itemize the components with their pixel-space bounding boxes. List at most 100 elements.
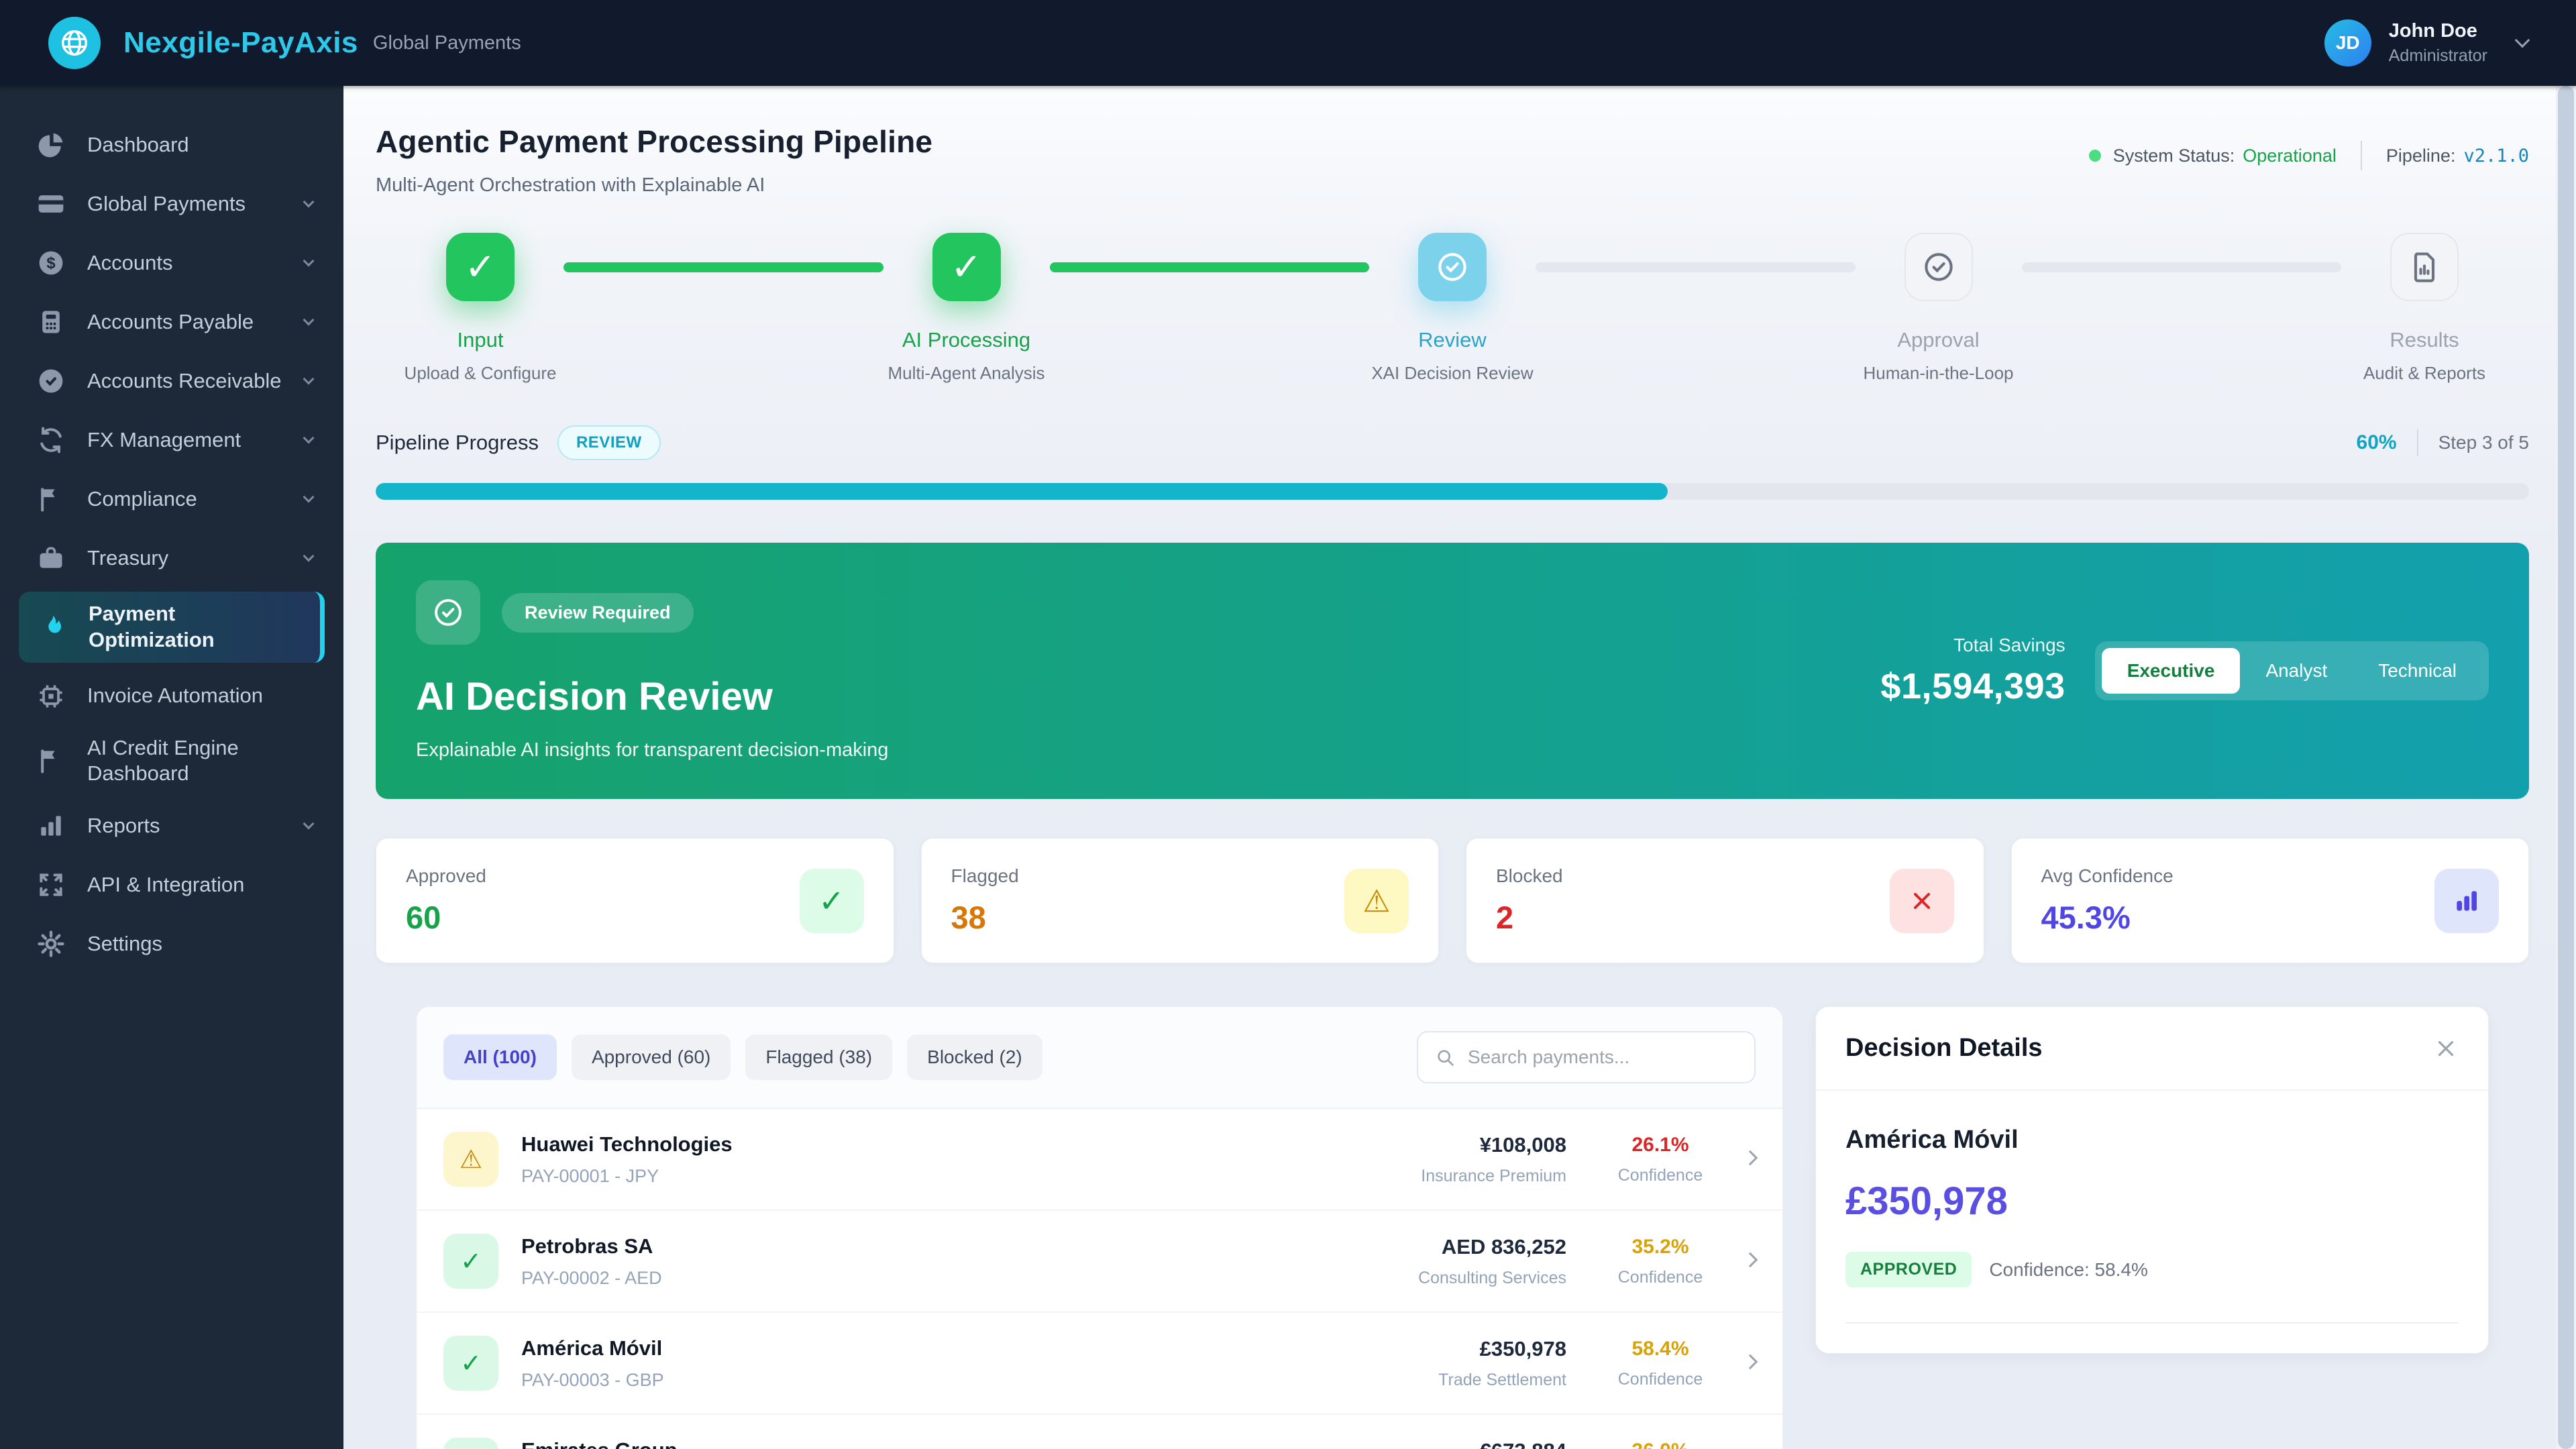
sidebar: Dashboard Global Payments $ Accounts Acc… — [0, 86, 343, 1449]
stat-card-flagged: Flagged 38 ⚠ — [921, 838, 1440, 963]
brand-logo — [48, 17, 101, 69]
sidebar-item-api-integration[interactable]: API & Integration — [0, 855, 343, 914]
warning-icon: ⚠ — [1344, 869, 1409, 933]
sidebar-item-fx-management[interactable]: FX Management — [0, 411, 343, 470]
step-results[interactable]: Results Audit & Reports — [2351, 233, 2498, 384]
dollar-circle-icon: $ — [34, 246, 68, 280]
pipeline-progress-row: Pipeline Progress REVIEW 60% Step 3 of 5 — [376, 425, 2529, 460]
brand-suffix: Global Payments — [373, 32, 521, 54]
total-savings: Total Savings $1,594,393 — [1880, 635, 2065, 707]
stat-card-avg-confidence: Avg Confidence 45.3% — [2011, 838, 2530, 963]
chevron-down-icon — [303, 818, 315, 830]
progress-bar — [376, 483, 2529, 500]
flame-icon — [35, 610, 70, 645]
calculator-icon — [34, 305, 68, 339]
check-icon: ✓ — [932, 233, 1001, 301]
scrollbar[interactable] — [2556, 86, 2576, 1449]
payment-row[interactable]: ✓ Emirates Group PAY-00004 - EUR €673,88… — [417, 1415, 1782, 1449]
app-window: Nexgile-PayAxis Global Payments JD John … — [0, 0, 2576, 1449]
stat-card-approved: Approved 60 ✓ — [376, 838, 894, 963]
status-dot — [2089, 150, 2101, 162]
sidebar-item-dashboard[interactable]: Dashboard — [0, 115, 343, 174]
payment-row[interactable]: ⚠ Huawei Technologies PAY-00001 - JPY ¥1… — [417, 1109, 1782, 1211]
main-content: Agentic Payment Processing Pipeline Mult… — [343, 86, 2576, 1449]
sidebar-item-ai-credit-engine[interactable]: AI Credit Engine Dashboard — [0, 726, 343, 797]
banner-title: AI Decision Review — [416, 674, 1880, 719]
sidebar-item-invoice-automation[interactable]: Invoice Automation — [0, 667, 343, 726]
user-name: John Doe — [2389, 20, 2487, 42]
step-approval[interactable]: Approval Human-in-the-Loop — [1865, 233, 2012, 384]
payment-row[interactable]: ✓ Petrobras SA PAY-00002 - AED AED 836,2… — [417, 1211, 1782, 1313]
view-technical-button[interactable]: Technical — [2353, 648, 2482, 694]
decision-details-panel: Decision Details América Móvil £350,978 … — [1815, 1006, 2489, 1354]
sidebar-item-reports[interactable]: Reports — [0, 796, 343, 855]
user-role: Administrator — [2389, 46, 2487, 66]
filter-tabs: All (100) Approved (60) Flagged (38) Blo… — [417, 1007, 1782, 1109]
page-title: Agentic Payment Processing Pipeline — [376, 123, 932, 160]
chevron-down-icon — [303, 374, 315, 385]
tab-approved[interactable]: Approved (60) — [572, 1034, 731, 1080]
chevron-right-icon — [1745, 1254, 1756, 1269]
sidebar-item-accounts-receivable[interactable]: Accounts Receivable — [0, 352, 343, 411]
check-icon: ✓ — [800, 869, 864, 933]
page-subtitle: Multi-Agent Orchestration with Explainab… — [376, 174, 932, 197]
pipeline-stepper: ✓ Input Upload & Configure ✓ AI Processi… — [376, 233, 2529, 384]
pie-chart-icon — [34, 127, 68, 162]
chevron-right-icon — [1745, 1356, 1756, 1371]
step-review[interactable]: Review XAI Decision Review — [1379, 233, 1526, 384]
view-analyst-button[interactable]: Analyst — [2240, 648, 2353, 694]
gear-icon — [34, 926, 68, 961]
tab-all[interactable]: All (100) — [443, 1034, 557, 1080]
sidebar-item-payment-optimization[interactable]: Payment Optimization — [19, 592, 325, 663]
check-icon: ✓ — [443, 1438, 498, 1449]
stats-row: Approved 60 ✓ Flagged 38 ⚠ Blocked 2 — [376, 838, 2529, 963]
chevron-down-icon — [303, 256, 315, 267]
status-badge: APPROVED — [1845, 1252, 1972, 1287]
circle-check-icon — [1418, 233, 1487, 301]
exchange-icon — [34, 423, 68, 458]
sidebar-item-accounts[interactable]: $ Accounts — [0, 233, 343, 292]
flag-icon — [34, 482, 68, 517]
check-icon: ✓ — [446, 233, 515, 301]
flag-icon — [34, 743, 68, 778]
chevron-down-icon[interactable] — [2515, 33, 2530, 48]
payment-row[interactable]: ✓ América Móvil PAY-00003 - GBP £350,978… — [417, 1313, 1782, 1415]
chevron-down-icon — [303, 315, 315, 326]
system-status: System Status: Operational Pipeline: v2.… — [2089, 141, 2529, 170]
ai-decision-banner: Review Required AI Decision Review Expla… — [376, 543, 2529, 799]
stat-card-blocked: Blocked 2 — [1466, 838, 1984, 963]
close-icon[interactable] — [2433, 1036, 2459, 1061]
detail-company: América Móvil — [1845, 1126, 2459, 1155]
topbar: Nexgile-PayAxis Global Payments JD John … — [0, 0, 2576, 86]
sidebar-item-treasury[interactable]: Treasury — [0, 529, 343, 588]
sidebar-item-accounts-payable[interactable]: Accounts Payable — [0, 292, 343, 352]
cpu-icon — [34, 679, 68, 714]
pipeline-version: v2.1.0 — [2463, 146, 2529, 166]
status-value: Operational — [2243, 146, 2337, 166]
step-ai-processing[interactable]: ✓ AI Processing Multi-Agent Analysis — [893, 233, 1040, 384]
view-switcher: Executive Analyst Technical — [2095, 641, 2489, 700]
tab-flagged[interactable]: Flagged (38) — [745, 1034, 892, 1080]
progress-bar-fill — [376, 483, 1668, 500]
chevron-down-icon — [303, 551, 315, 562]
sidebar-item-settings[interactable]: Settings — [0, 914, 343, 973]
sidebar-item-global-payments[interactable]: Global Payments — [0, 174, 343, 233]
progress-label: Pipeline Progress — [376, 431, 539, 455]
view-executive-button[interactable]: Executive — [2102, 648, 2241, 694]
search-input[interactable] — [1468, 1046, 1738, 1068]
payments-list-card: All (100) Approved (60) Flagged (38) Blo… — [416, 1006, 1783, 1449]
svg-text:$: $ — [46, 254, 55, 272]
total-savings-value: $1,594,393 — [1880, 665, 2065, 707]
avatar[interactable]: JD — [2324, 19, 2371, 66]
user-info[interactable]: John Doe Administrator — [2389, 20, 2487, 66]
briefcase-icon — [34, 541, 68, 576]
tab-blocked[interactable]: Blocked (2) — [907, 1034, 1042, 1080]
bar-chart-icon — [2434, 869, 2499, 933]
step-input[interactable]: ✓ Input Upload & Configure — [407, 233, 554, 384]
sidebar-item-compliance[interactable]: Compliance — [0, 470, 343, 529]
progress-step-text: Step 3 of 5 — [2438, 432, 2529, 453]
search-box[interactable] — [1417, 1031, 1756, 1083]
progress-percent: 60% — [2357, 431, 2397, 454]
decision-details-title: Decision Details — [1845, 1034, 2043, 1063]
check-icon: ✓ — [443, 1336, 498, 1391]
